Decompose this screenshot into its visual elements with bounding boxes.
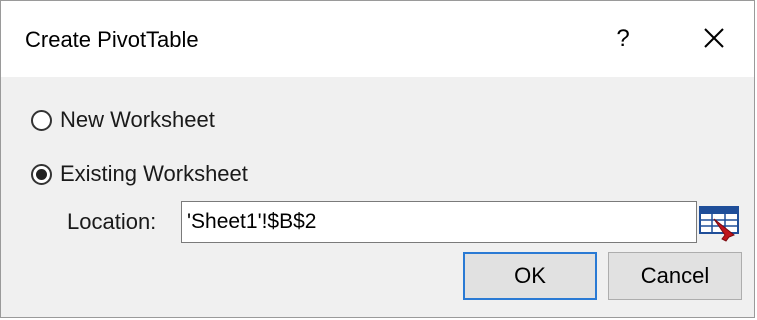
radio-new-worksheet[interactable]: New Worksheet (31, 107, 215, 133)
title-bar: Create PivotTable ? (1, 1, 754, 77)
close-icon (704, 28, 724, 48)
radio-existing-worksheet[interactable]: Existing Worksheet (31, 161, 248, 187)
radio-label: Existing Worksheet (60, 161, 248, 186)
radio-button-checked[interactable] (31, 163, 52, 185)
location-input[interactable] (181, 201, 697, 243)
radio-button-unchecked[interactable] (31, 109, 52, 131)
dialog-title: Create PivotTable (25, 27, 199, 52)
close-button[interactable] (691, 19, 737, 59)
location-label: Location: (67, 209, 157, 234)
ok-button[interactable]: OK (463, 252, 597, 300)
create-pivottable-dialog: Create PivotTable ? New Worksheet Existi… (0, 0, 755, 318)
cancel-button[interactable]: Cancel (608, 252, 742, 300)
collapse-dialog-button[interactable] (698, 201, 742, 243)
help-button[interactable]: ? (601, 19, 645, 59)
range-select-icon (699, 206, 739, 242)
radio-label: New Worksheet (60, 107, 215, 132)
